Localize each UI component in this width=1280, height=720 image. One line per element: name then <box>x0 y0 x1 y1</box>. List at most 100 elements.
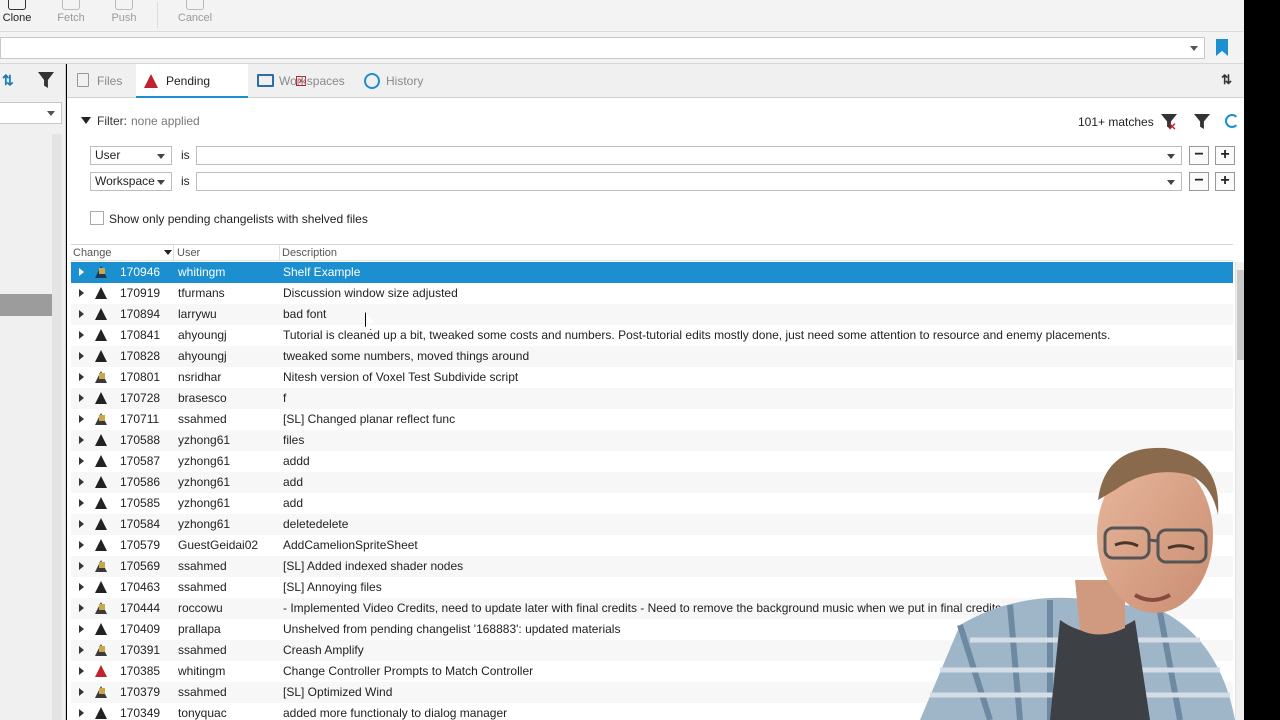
user-name: nsridhar <box>178 370 222 384</box>
expand-icon[interactable] <box>79 520 84 528</box>
remove-filter-button[interactable]: − <box>1189 146 1209 165</box>
change-number: 170587 <box>120 454 161 468</box>
tab-files[interactable]: Files <box>67 64 135 98</box>
refresh-icon[interactable] <box>1225 114 1239 128</box>
shelved-only-label: Show only pending changelists with shelv… <box>109 212 368 226</box>
tab-workspaces[interactable]: Workspaces <box>249 64 355 98</box>
change-number: 170728 <box>120 391 161 405</box>
table-row[interactable]: 170828 ahyoungj tweaked some numbers, move… <box>71 346 1233 367</box>
fetch-button[interactable]: Fetch <box>54 0 88 32</box>
expand-icon[interactable] <box>79 415 84 423</box>
expand-icon[interactable] <box>79 604 84 612</box>
expand-icon[interactable] <box>79 562 84 570</box>
change-number: 170579 <box>120 538 161 552</box>
workspace-combo[interactable] <box>0 37 1205 59</box>
left-selected-item[interactable] <box>0 294 52 316</box>
filter-value-combo[interactable] <box>196 172 1182 191</box>
column-divider[interactable] <box>279 245 280 261</box>
bookmark-icon[interactable] <box>1216 39 1228 56</box>
pending-changelist-icon <box>95 665 107 677</box>
filter-options-icon[interactable] <box>1194 114 1210 129</box>
pending-icon <box>144 74 158 88</box>
user-name: yzhong61 <box>178 475 231 489</box>
pending-changelist-icon <box>95 518 107 530</box>
tab-bar: Files Pending x Workspaces History ⇅ <box>67 64 1244 98</box>
table-row[interactable]: 170801 nsridhar Nitesh version of Voxel Te… <box>71 367 1233 388</box>
filter-field-select[interactable]: User <box>90 146 172 165</box>
expand-icon[interactable] <box>79 499 84 507</box>
add-filter-button[interactable]: + <box>1215 146 1235 165</box>
change-number: 170463 <box>120 580 161 594</box>
expand-icon[interactable] <box>79 268 84 276</box>
expand-icon[interactable] <box>79 436 84 444</box>
cancel-button[interactable]: Cancel <box>176 0 214 32</box>
tab-pending[interactable]: Pending x <box>136 64 306 98</box>
expand-icon[interactable] <box>79 709 84 717</box>
shelved-only-checkbox[interactable] <box>90 211 104 225</box>
description: tweaked some numbers, moved things aroun… <box>283 349 530 363</box>
table-row[interactable]: 170894 larrywu bad font <box>71 304 1233 325</box>
column-change[interactable]: Change <box>73 247 112 259</box>
expand-icon[interactable] <box>79 478 84 486</box>
expand-icon[interactable] <box>79 352 84 360</box>
left-panel: ⇅ <box>0 64 66 720</box>
user-name: larrywu <box>178 307 217 321</box>
screen-edge <box>1244 0 1280 720</box>
expand-icon[interactable] <box>79 625 84 633</box>
expand-icon[interactable] <box>79 331 84 339</box>
table-row[interactable]: 170841 ahyoungj Tutorial is cleaned up a b… <box>71 325 1233 346</box>
workspaces-icon <box>257 74 274 87</box>
shelved-changelist-icon <box>95 686 107 698</box>
shelved-changelist-icon <box>95 644 107 656</box>
push-icon <box>115 0 133 10</box>
expand-icon[interactable] <box>79 541 84 549</box>
filter-icon[interactable] <box>38 72 54 88</box>
files-icon <box>77 73 89 87</box>
user-name: yzhong61 <box>178 433 231 447</box>
change-number: 170409 <box>120 622 161 636</box>
sort-icon[interactable]: ⇅ <box>2 72 14 89</box>
expand-icon[interactable] <box>79 583 84 591</box>
column-divider[interactable] <box>173 245 174 261</box>
table-row[interactable]: 170919 tfurmans Discussion window size adj… <box>71 283 1233 304</box>
user-name: prallapa <box>178 622 221 636</box>
change-number: 170569 <box>120 559 161 573</box>
left-scrollbar[interactable] <box>52 134 62 720</box>
tab-history[interactable]: History <box>356 64 436 98</box>
table-row[interactable]: 170728 brasesco f <box>71 388 1233 409</box>
expand-icon[interactable] <box>79 667 84 675</box>
description: Tutorial is cleaned up a bit, tweaked so… <box>283 328 1111 342</box>
expand-icon[interactable] <box>79 310 84 318</box>
filter-value-combo[interactable] <box>196 146 1182 165</box>
chevron-down-icon <box>47 111 55 116</box>
left-combo[interactable] <box>0 102 62 124</box>
pending-changelist-icon <box>95 434 107 446</box>
sort-az-icon[interactable]: ⇅ <box>1221 72 1232 88</box>
expand-icon[interactable] <box>79 457 84 465</box>
remove-filter-button[interactable]: − <box>1189 172 1209 191</box>
user-name: brasesco <box>178 391 227 405</box>
add-filter-button[interactable]: + <box>1215 172 1235 191</box>
clone-button[interactable]: Clone <box>2 0 32 32</box>
user-name: roccowu <box>178 601 223 615</box>
expand-icon[interactable] <box>79 394 84 402</box>
user-name: ssahmed <box>178 580 227 594</box>
table-row[interactable]: 170946 whitingm Shelf Example <box>71 262 1233 283</box>
column-description[interactable]: Description <box>282 247 337 259</box>
expand-icon[interactable] <box>79 373 84 381</box>
user-name: tfurmans <box>178 286 225 300</box>
filter-header[interactable]: Filter: none applied <box>81 114 200 128</box>
filter-field-select[interactable]: Workspace <box>90 172 172 191</box>
change-number: 170444 <box>120 601 161 615</box>
expand-icon[interactable] <box>79 289 84 297</box>
fetch-icon <box>62 0 80 10</box>
expand-icon[interactable] <box>79 646 84 654</box>
description: Shelf Example <box>283 265 361 279</box>
scrollbar-thumb[interactable] <box>1237 270 1244 360</box>
user-name: tonyquac <box>178 706 227 720</box>
expand-icon[interactable] <box>79 688 84 696</box>
pending-changelist-icon <box>95 392 107 404</box>
push-button[interactable]: Push <box>108 0 140 32</box>
column-user[interactable]: User <box>177 247 200 259</box>
table-row[interactable]: 170711 ssahmed [SL] Changed planar reflect… <box>71 409 1233 430</box>
